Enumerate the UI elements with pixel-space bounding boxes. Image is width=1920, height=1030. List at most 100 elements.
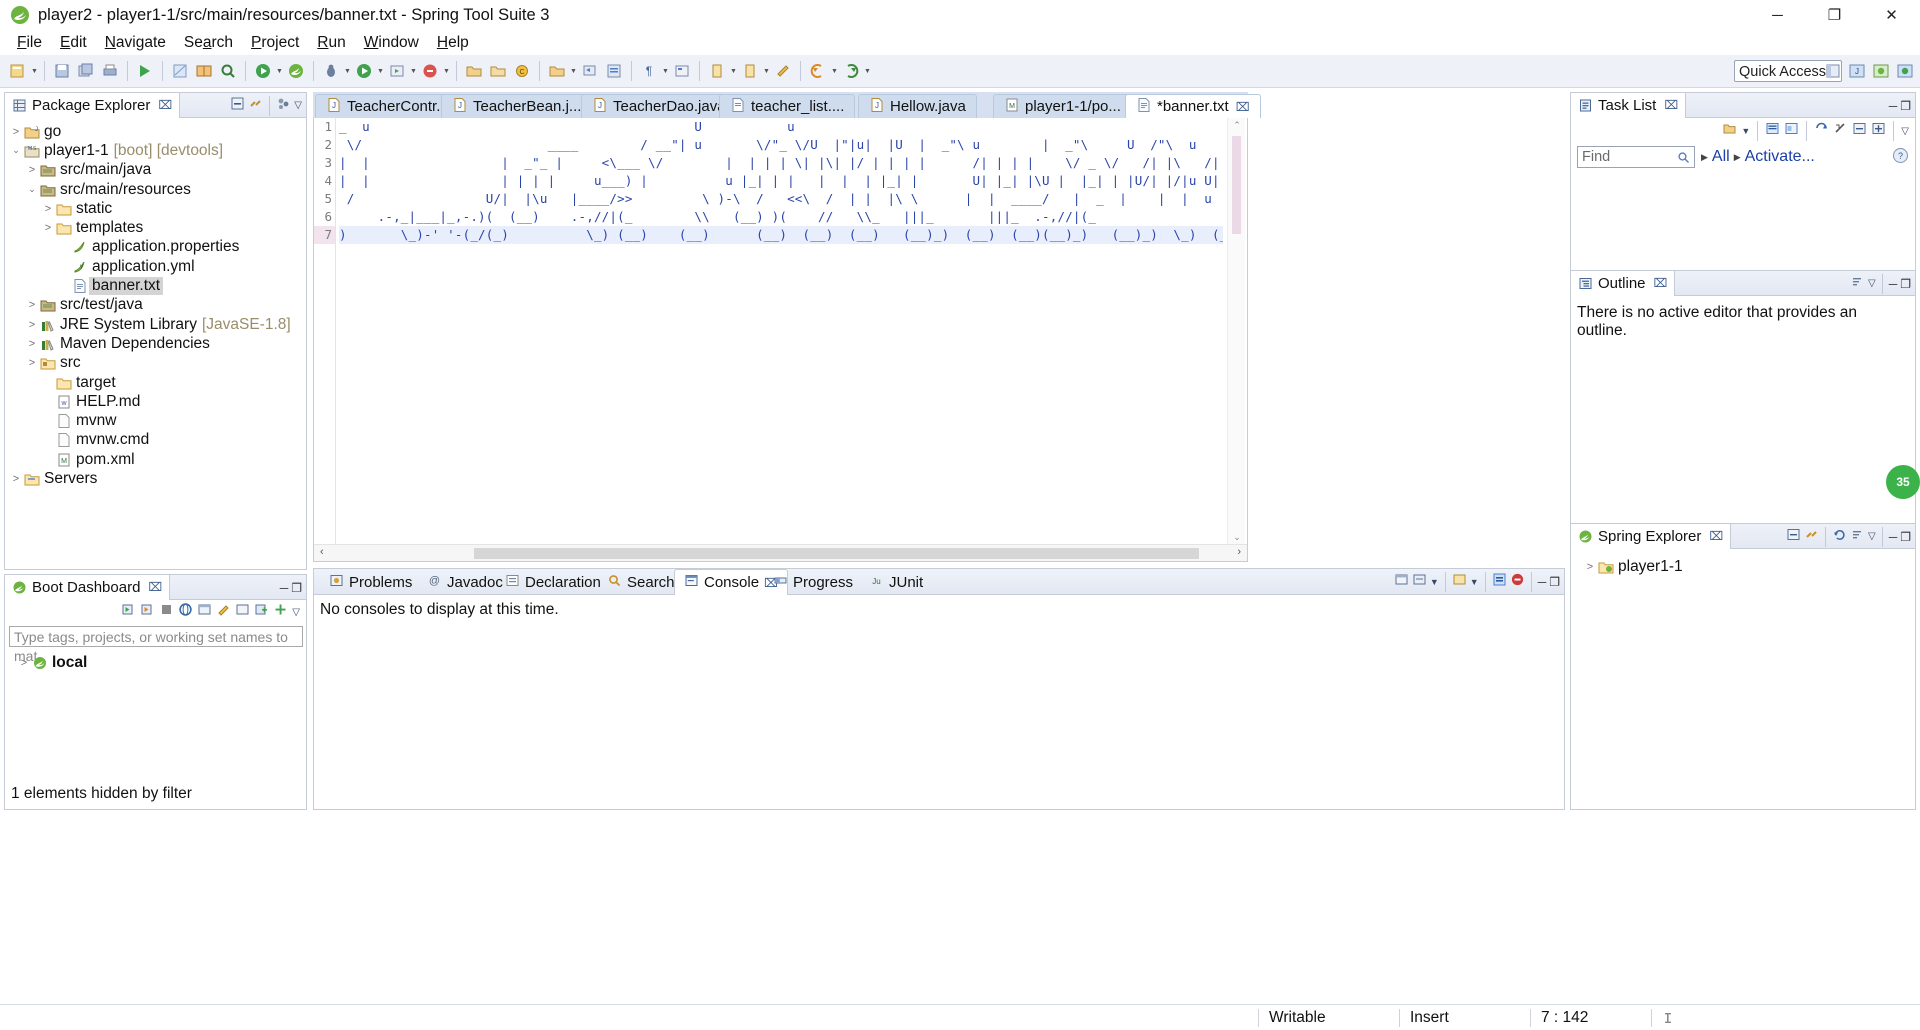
menu-file[interactable]: File <box>8 32 51 54</box>
scroll-left-icon[interactable]: ‹ <box>320 546 324 558</box>
menu-search[interactable]: Search <box>175 32 242 54</box>
boot-dashboard-filter-input[interactable]: Type tags, projects, or working set name… <box>9 626 303 664</box>
start-icon[interactable] <box>121 602 136 622</box>
forward-icon[interactable] <box>840 60 862 82</box>
maximize-icon[interactable]: ❐ <box>1900 530 1911 544</box>
tree-item-templates[interactable]: > templates <box>5 218 306 237</box>
open-console-icon[interactable] <box>235 602 250 622</box>
print-icon[interactable] <box>99 60 121 82</box>
new-task-icon[interactable] <box>546 60 568 82</box>
menu-window[interactable]: Window <box>355 32 428 54</box>
run-external-icon[interactable] <box>386 60 408 82</box>
view-menu-presentation-icon[interactable] <box>276 96 291 116</box>
chevron-down-icon[interactable]: ▼ <box>1741 126 1750 136</box>
tree-item-servers[interactable]: > Servers <box>5 469 306 488</box>
scroll-up-icon[interactable]: ⌃ <box>1232 120 1242 131</box>
editor-horizontal-scrollbar[interactable]: ‹ › <box>314 544 1247 561</box>
bottom-tab-declaration[interactable]: Declaration <box>496 569 610 595</box>
spring-perspective-icon[interactable] <box>1870 59 1892 83</box>
maximize-icon[interactable]: ❐ <box>1900 277 1911 291</box>
menu-run[interactable]: Run <box>308 32 354 54</box>
minimize-icon[interactable]: ─ <box>1889 530 1898 544</box>
collapse-all-icon[interactable] <box>1786 527 1801 547</box>
maximize-icon[interactable]: ❐ <box>1900 99 1911 113</box>
pilcrow-icon[interactable]: ¶ <box>638 60 660 82</box>
tree-item-src-test-java[interactable]: > src/test/java <box>5 296 306 315</box>
new-console-view-icon[interactable] <box>1452 572 1467 592</box>
close-icon[interactable]: ⌧ <box>1236 100 1250 114</box>
chevron-right-icon[interactable]: > <box>9 126 23 138</box>
editor-tab-player1-1-po[interactable]: Mplayer1-1/po... <box>993 94 1132 118</box>
minimize-icon[interactable]: ─ <box>280 581 289 595</box>
close-icon[interactable]: ⌧ <box>1664 98 1678 112</box>
back-icon[interactable] <box>807 60 829 82</box>
previous-annotation-dropdown-icon[interactable]: ▼ <box>729 60 738 82</box>
tree-item-go[interactable]: > Jgo <box>5 122 306 141</box>
restart-icon[interactable] <box>140 602 155 622</box>
refresh-icon[interactable] <box>1832 527 1847 547</box>
tree-item-banner-txt[interactable]: banner.txt <box>5 276 306 296</box>
tree-item-static[interactable]: > static <box>5 199 306 218</box>
coverage-icon[interactable] <box>419 60 441 82</box>
run-icon[interactable] <box>353 60 375 82</box>
boot-run-dropdown-icon[interactable]: ▼ <box>275 60 284 82</box>
expand-all-icon[interactable] <box>1871 121 1886 141</box>
link-with-editor-icon[interactable] <box>1804 527 1819 547</box>
stop-icon[interactable] <box>159 602 174 622</box>
editor-tab-row[interactable]: ─ ❐ JTeacherContr...JTeacherBean.j...JTe… <box>313 92 1261 118</box>
new-class-icon[interactable]: C <box>511 60 533 82</box>
spring-explorer-item-player1-1[interactable]: > player1-1 <box>1571 557 1915 576</box>
tree-item-jre-system-library[interactable]: > JRE System Library [JavaSE-1.8] <box>5 315 306 334</box>
chevron-right-icon[interactable]: > <box>25 299 39 311</box>
debug-dropdown-icon[interactable]: ▼ <box>343 60 352 82</box>
menu-help[interactable]: Help <box>428 32 478 54</box>
view-menu-icon[interactable]: ▽ <box>294 100 302 111</box>
package-explorer-tree[interactable]: > Jgo ⌄ M Splayer1-1 [boot] [devtools] > src/ma… <box>5 118 306 489</box>
focus-icon[interactable] <box>1833 121 1848 141</box>
new-task-icon[interactable] <box>1722 121 1737 141</box>
forward-dropdown-icon[interactable]: ▼ <box>863 60 872 82</box>
chevron-right-icon[interactable]: > <box>1583 561 1597 573</box>
task-list-filter-all[interactable]: All <box>1712 148 1730 166</box>
boot-perspective-icon[interactable] <box>1894 59 1916 83</box>
open-task-icon[interactable] <box>193 60 215 82</box>
bottom-tab-progress[interactable]: Progress <box>764 569 862 595</box>
editor-tab-teachercontr[interactable]: J TeacherContr... <box>315 94 460 118</box>
editor-tab-hellow-java[interactable]: J Hellow.java <box>858 94 977 118</box>
open-browser-icon[interactable] <box>197 602 212 622</box>
tree-item-application-yml[interactable]: y application.yml <box>5 257 306 276</box>
close-button[interactable]: ✕ <box>1863 0 1920 30</box>
chevron-right-icon[interactable]: > <box>25 338 39 350</box>
add-project-icon[interactable] <box>254 602 269 622</box>
chevron-right-icon[interactable]: > <box>25 164 39 176</box>
tree-item-help-md[interactable]: w HELP.md <box>5 392 306 411</box>
menu-edit[interactable]: Edit <box>51 32 96 54</box>
boot-dashboard-item-local[interactable]: > local <box>5 653 306 672</box>
editor-tab-teacherbean-j[interactable]: J TeacherBean.j... <box>441 94 593 118</box>
collapse-all-icon[interactable] <box>1852 121 1867 141</box>
last-edit-location-icon[interactable] <box>772 60 794 82</box>
tab-boot-dashboard[interactable]: Boot Dashboard ⌧ <box>5 574 171 600</box>
build-all-icon[interactable] <box>134 60 156 82</box>
minimize-icon[interactable]: ─ <box>1889 99 1898 113</box>
chevron-right-icon[interactable]: ▶ <box>1734 152 1741 163</box>
chevron-right-icon[interactable]: > <box>25 319 39 331</box>
minimize-icon[interactable]: ─ <box>1889 277 1898 291</box>
menu-navigate[interactable]: Navigate <box>96 32 175 54</box>
boot-dashboard-tree[interactable]: > local <box>5 647 306 672</box>
maximize-icon[interactable]: ❐ <box>1549 575 1560 589</box>
tree-item-maven-dependencies[interactable]: > Maven Dependencies <box>5 334 306 353</box>
task-list-activate-link[interactable]: Activate... <box>1745 148 1815 166</box>
tree-item-src[interactable]: > src <box>5 354 306 373</box>
bottom-tab-search[interactable]: Search <box>598 569 684 595</box>
tree-item-src-main-resources[interactable]: ⌄ src/main/resources <box>5 180 306 199</box>
error-console-icon[interactable] <box>1510 572 1525 592</box>
debug-icon[interactable] <box>320 60 342 82</box>
open-perspective-icon[interactable] <box>1822 59 1844 83</box>
link-with-editor-icon[interactable] <box>248 96 263 116</box>
chevron-right-icon[interactable]: > <box>41 222 55 234</box>
tree-item-mvnw-cmd[interactable]: mvnw.cmd <box>5 431 306 450</box>
bottom-tab-problems[interactable]: Problems <box>320 569 421 595</box>
tab-task-list[interactable]: Task List ⌧ <box>1571 92 1687 118</box>
new-java-project-icon[interactable] <box>463 60 485 82</box>
